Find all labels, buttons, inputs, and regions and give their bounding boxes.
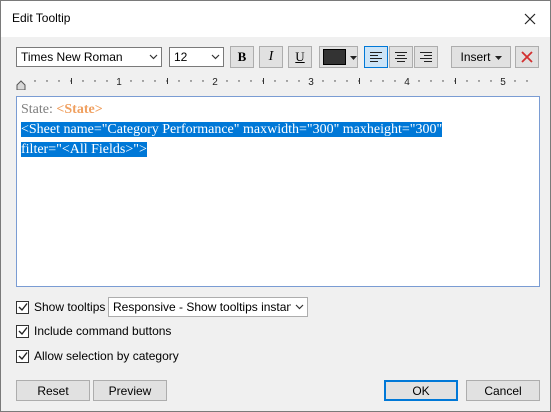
font-color-swatch bbox=[323, 49, 346, 65]
align-right-icon[interactable] bbox=[414, 46, 438, 68]
title-bar: Edit Tooltip bbox=[1, 1, 550, 37]
bold-button[interactable]: B bbox=[230, 46, 254, 68]
clear-icon[interactable] bbox=[515, 46, 539, 68]
underline-button[interactable]: U bbox=[288, 46, 312, 68]
insert-button[interactable]: Insert bbox=[451, 46, 511, 68]
include-command-buttons-label: Include command buttons bbox=[34, 324, 172, 338]
indent-marker-icon bbox=[16, 80, 26, 91]
chevron-down-icon bbox=[291, 304, 307, 310]
font-family-select[interactable]: Times New Roman bbox=[16, 47, 162, 67]
font-size-select[interactable]: 12 bbox=[169, 47, 224, 67]
ruler-label-4: 4 bbox=[404, 77, 410, 88]
preview-button[interactable]: Preview bbox=[93, 380, 167, 401]
include-command-buttons-checkbox[interactable] bbox=[16, 324, 29, 338]
show-tooltips-option[interactable]: Show tooltips bbox=[16, 299, 105, 315]
state-label: State: bbox=[21, 102, 53, 117]
checkmark-icon bbox=[18, 303, 28, 312]
tooltip-mode-value: Responsive - Show tooltips instantly bbox=[113, 300, 291, 314]
checkmark-icon bbox=[18, 352, 28, 361]
align-center-icon[interactable] bbox=[389, 46, 413, 68]
reset-button[interactable]: Reset bbox=[16, 380, 90, 401]
filter-tag-text: filter="<All Fields>"> bbox=[21, 142, 147, 157]
ruler: 1 2 3 4 5 bbox=[16, 74, 540, 91]
chevron-down-icon bbox=[494, 50, 502, 64]
ruler-label-2: 2 bbox=[212, 77, 218, 88]
font-family-value: Times New Roman bbox=[21, 50, 123, 64]
edit-tooltip-dialog: Edit Tooltip Times New Roman 12 B I U In… bbox=[0, 0, 551, 412]
font-color-button[interactable] bbox=[319, 46, 358, 68]
italic-button[interactable]: I bbox=[259, 46, 283, 68]
show-tooltips-checkbox[interactable] bbox=[16, 300, 29, 314]
editor-line-3: filter="<All Fields>"> bbox=[21, 140, 535, 160]
editor-line-2: <Sheet name="Category Performance" maxwi… bbox=[21, 120, 535, 140]
sheet-tag-text: <Sheet name="Category Performance" maxwi… bbox=[21, 122, 443, 137]
allow-selection-checkbox[interactable] bbox=[16, 349, 29, 363]
dialog-title: Edit Tooltip bbox=[12, 11, 71, 25]
ok-button[interactable]: OK bbox=[384, 380, 458, 401]
chevron-down-icon bbox=[207, 54, 223, 60]
chevron-down-icon bbox=[145, 54, 161, 60]
allow-selection-label: Allow selection by category bbox=[34, 349, 179, 363]
editor-line-1: State: <State> bbox=[21, 100, 535, 120]
allow-selection-option[interactable]: Allow selection by category bbox=[16, 348, 179, 364]
ruler-label-1: 1 bbox=[116, 77, 122, 88]
ruler-label-5: 5 bbox=[500, 77, 506, 88]
close-icon[interactable] bbox=[518, 7, 542, 31]
include-command-buttons-option[interactable]: Include command buttons bbox=[16, 323, 171, 339]
insert-label: Insert bbox=[460, 50, 491, 64]
tooltip-editor[interactable]: State: <State> <Sheet name="Category Per… bbox=[16, 96, 540, 287]
state-field: <State> bbox=[56, 102, 103, 117]
cancel-button[interactable]: Cancel bbox=[466, 380, 540, 401]
font-size-value: 12 bbox=[174, 50, 188, 64]
ruler-label-3: 3 bbox=[308, 77, 314, 88]
checkmark-icon bbox=[18, 327, 28, 336]
tooltip-mode-select[interactable]: Responsive - Show tooltips instantly bbox=[108, 297, 308, 317]
ruler-ticks: 1 2 3 4 5 bbox=[16, 77, 528, 91]
chevron-down-icon bbox=[350, 50, 357, 64]
show-tooltips-label: Show tooltips bbox=[34, 300, 106, 314]
align-left-icon[interactable] bbox=[364, 46, 388, 68]
